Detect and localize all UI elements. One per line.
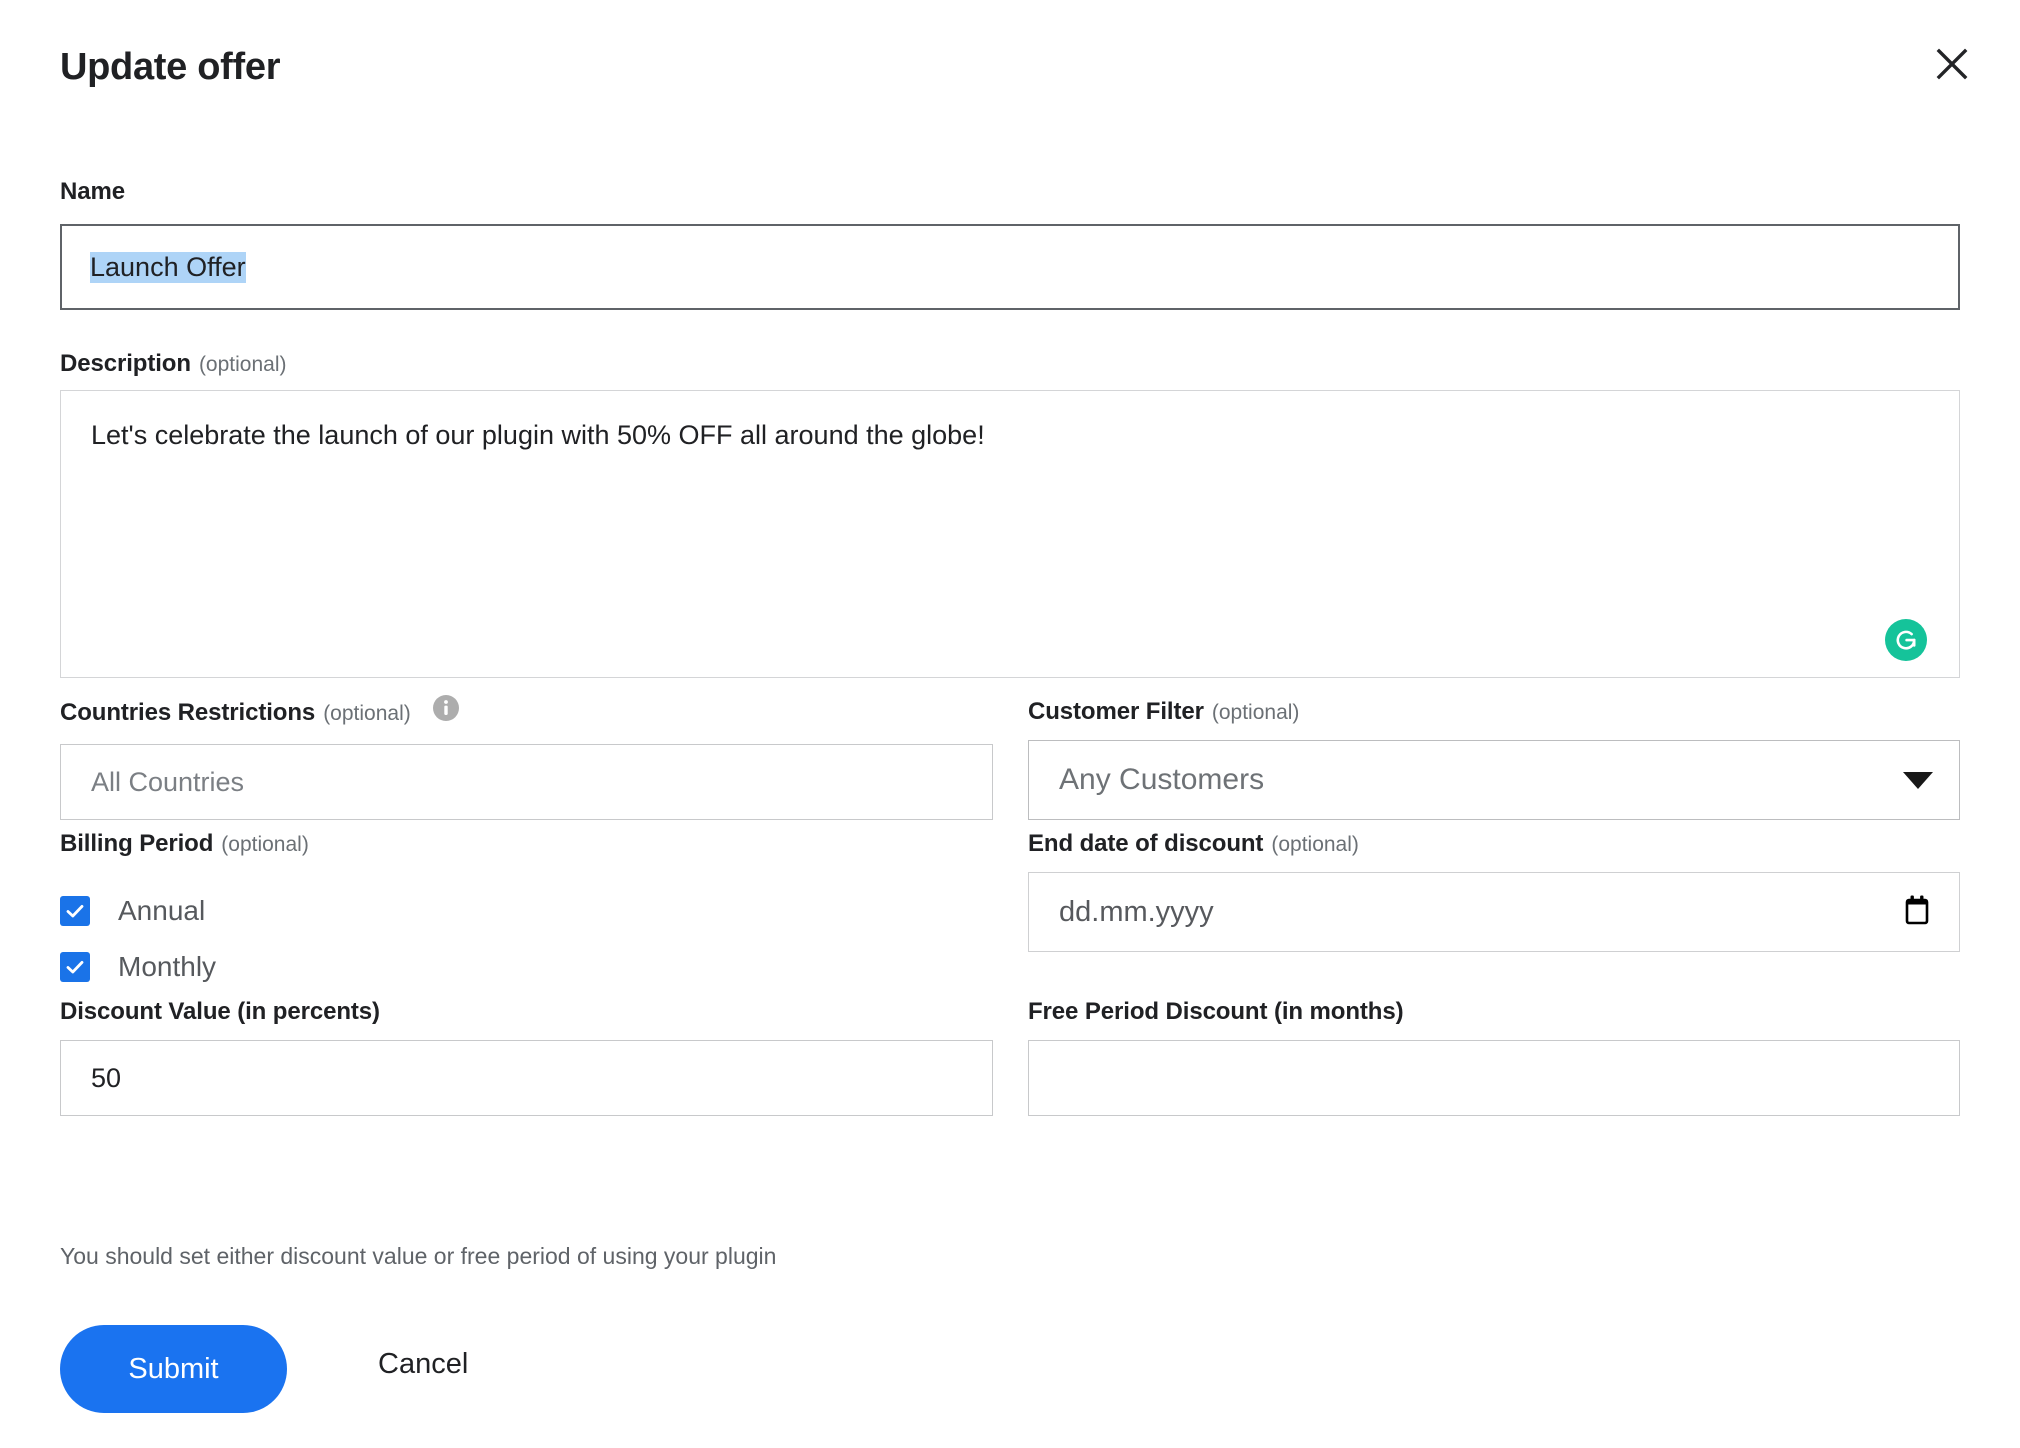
end-date-optional-tag: (optional) <box>1271 832 1359 856</box>
dialog-header: Update offer <box>0 0 2020 118</box>
checkbox-checked-icon[interactable] <box>60 896 90 926</box>
checkbox-checked-icon[interactable] <box>60 952 90 982</box>
name-input[interactable]: Launch Offer <box>60 224 1960 310</box>
billing-period-optional-tag: (optional) <box>221 832 309 856</box>
customer-filter-optional-tag: (optional) <box>1211 700 1300 724</box>
countries-restrictions-label: Countries Restrictions (optional) <box>60 695 993 726</box>
cancel-button[interactable]: Cancel <box>378 1348 468 1381</box>
description-label: Description (optional) <box>60 350 287 377</box>
customer-filter-select[interactable]: Any Customers <box>1028 740 1960 820</box>
discount-helper-text: You should set either discount value or … <box>60 1243 777 1269</box>
discount-value-input[interactable]: 50 <box>60 1040 993 1116</box>
annual-label: Annual <box>118 895 206 926</box>
description-textarea[interactable]: Let's celebrate the launch of our plugin… <box>60 390 1960 678</box>
chevron-down-icon <box>1903 771 1933 789</box>
customer-filter-value: Any Customers <box>1059 763 1265 796</box>
info-icon[interactable] <box>432 695 459 721</box>
end-date-placeholder: dd.mm.yyyy <box>1059 895 1214 928</box>
submit-button[interactable]: Submit <box>60 1325 287 1413</box>
end-date-label: End date of discount (optional) <box>1028 830 1359 857</box>
discount-value-text: 50 <box>91 1062 122 1093</box>
end-date-input[interactable]: dd.mm.yyyy <box>1028 872 1960 952</box>
free-period-discount-input[interactable] <box>1028 1040 1960 1116</box>
calendar-icon[interactable] <box>1903 894 1931 931</box>
name-label: Name <box>60 178 125 205</box>
countries-restrictions-input[interactable]: All Countries <box>60 744 993 820</box>
description-optional-tag: (optional) <box>198 352 287 376</box>
billing-period-option-annual[interactable]: Annual <box>60 896 205 926</box>
update-offer-dialog: Update offer Name Launch Offer Descripti… <box>0 0 2020 1448</box>
name-input-value: Launch Offer <box>90 251 246 283</box>
page-title: Update offer <box>60 46 281 88</box>
customer-filter-label: Customer Filter (optional) <box>1028 698 1300 725</box>
grammarly-icon[interactable] <box>1885 619 1927 661</box>
billing-period-label: Billing Period (optional) <box>60 830 309 857</box>
description-value: Let's celebrate the launch of our plugin… <box>91 420 985 450</box>
close-button[interactable] <box>1926 38 1978 90</box>
monthly-label: Monthly <box>118 951 217 982</box>
close-icon <box>1935 47 1969 81</box>
countries-restrictions-placeholder: All Countries <box>91 766 245 797</box>
billing-period-option-monthly[interactable]: Monthly <box>60 952 216 982</box>
countries-optional-tag: (optional) <box>323 701 411 725</box>
free-period-discount-label: Free Period Discount (in months) <box>1028 998 1404 1025</box>
discount-value-label: Discount Value (in percents) <box>60 998 380 1025</box>
